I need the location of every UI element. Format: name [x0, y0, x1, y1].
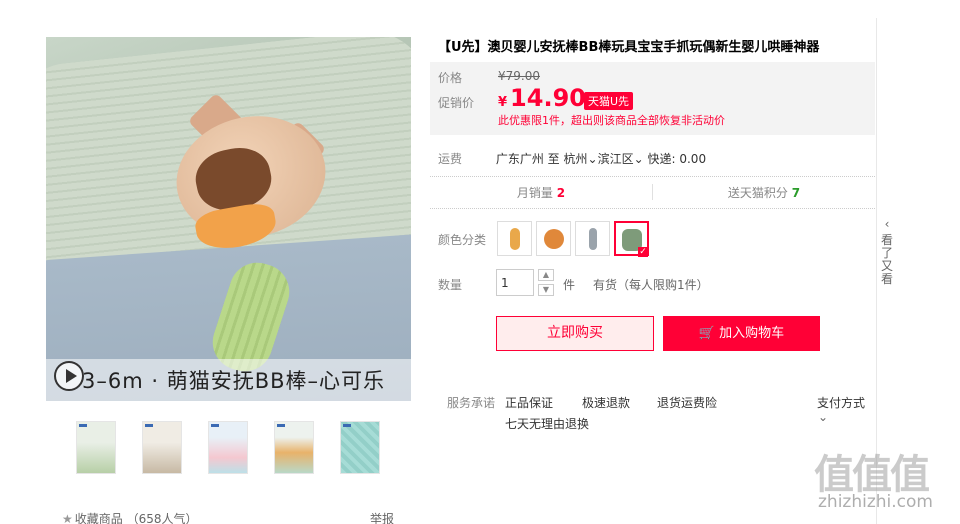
chevron-down-icon: ⌄ — [587, 152, 598, 166]
sales-stats: 月销量 2 送天猫积分 7 — [430, 184, 875, 204]
tmall-points: 送天猫积分 7 — [653, 184, 875, 201]
city-select[interactable]: 杭州⌄ — [564, 152, 598, 166]
stock-status: 有货（每人限购1件） — [593, 278, 709, 292]
currency-symbol: ¥ — [498, 95, 508, 110]
price-box: 价格 ¥79.00 促销价 ¥14.90 天猫U先 此优惠限1件，超出则该商品全… — [430, 62, 875, 135]
chevron-left-icon: ‹ — [884, 217, 890, 231]
main-product-image[interactable]: 3–6m · 萌猫安抚BB棒–心可乐 — [46, 37, 411, 401]
district-label: 滨江区 — [597, 152, 634, 166]
thumbnail[interactable] — [340, 421, 380, 474]
divider — [430, 176, 875, 177]
see-also-rail[interactable]: ‹ 看了又看 — [880, 218, 894, 286]
express-fee: 快递: 0.00 — [647, 152, 707, 166]
monthly-sales-label: 月销量 — [516, 186, 553, 200]
report-link[interactable]: 举报 — [370, 510, 394, 524]
promo-label: 促销价 — [438, 96, 475, 110]
buy-now-button[interactable]: 立即购买 — [496, 316, 654, 351]
watermark-text: zhizhizhi.com — [818, 492, 933, 512]
shipping-row: 运费 广东广州 至 杭州⌄滨江区⌄ 快递: 0.00 — [438, 150, 706, 167]
shipping-label: 运费 — [438, 152, 463, 166]
chevron-down-icon: ⌄ — [633, 152, 644, 166]
monthly-sales: 月销量 2 — [430, 184, 652, 201]
tmall-u-tag: 天猫U先 — [584, 92, 634, 110]
quantity-increase-button[interactable]: ▲ — [538, 269, 554, 281]
add-to-cart-button[interactable]: 🛒 加入购物车 — [663, 316, 820, 351]
quantity-label: 数量 — [438, 278, 463, 292]
quantity-input[interactable] — [496, 269, 534, 296]
thumbnail[interactable] — [208, 421, 248, 474]
rail-label: 看了又看 — [880, 233, 893, 286]
district-select[interactable]: 滨江区⌄ — [598, 152, 644, 166]
payment-methods[interactable]: 支付方式 — [817, 394, 865, 411]
ship-to-word: 至 — [547, 152, 560, 166]
color-swatch[interactable] — [536, 221, 571, 256]
promo-price: ¥14.90 — [498, 84, 586, 112]
service-item[interactable]: 正品保证 — [505, 394, 553, 411]
product-title: 【U先】澳贝婴儿安抚棒BB棒玩具宝宝手抓玩偶新生婴儿哄睡神器 — [438, 40, 820, 55]
color-swatch[interactable] — [575, 221, 610, 256]
points-label: 送天猫积分 — [727, 186, 788, 200]
quantity-unit: 件 — [563, 278, 576, 292]
favorite-link[interactable]: ★ 收藏商品 （658人气） — [62, 510, 198, 524]
color-option-label: 颜色分类 — [438, 233, 487, 247]
popularity-count: （658人气） — [126, 512, 198, 524]
color-swatch[interactable] — [497, 221, 532, 256]
thumbnail-strip — [76, 421, 380, 474]
divider — [430, 208, 875, 209]
chevron-down-icon[interactable]: ⌄ — [818, 410, 828, 424]
product-page: 3–6m · 萌猫安抚BB棒–心可乐 ★ 收藏商品 （658人气） 举报 【U先】… — [0, 0, 960, 524]
thumbnail[interactable] — [274, 421, 314, 474]
points-value: 7 — [791, 186, 801, 200]
service-item[interactable]: 极速退款 — [582, 394, 630, 411]
monthly-sales-value: 2 — [556, 186, 566, 200]
promo-note: 此优惠限1件，超出则该商品全部恢复非活动价 — [498, 114, 725, 127]
color-swatch-selected[interactable] — [614, 221, 649, 257]
service-item[interactable]: 七天无理由退换 — [505, 415, 589, 432]
promo-price-value: 14.90 — [510, 84, 586, 112]
quantity-decrease-button[interactable]: ▼ — [538, 284, 554, 296]
play-video-icon[interactable] — [54, 361, 84, 391]
price-label: 价格 — [438, 71, 463, 85]
service-item[interactable]: 退货运费险 — [657, 394, 717, 411]
thumbnail[interactable] — [142, 421, 182, 474]
city-label: 杭州 — [563, 152, 588, 166]
original-price: ¥79.00 — [498, 69, 540, 83]
favorite-label: 收藏商品 — [74, 512, 123, 524]
image-caption: 3–6m · 萌猫安抚BB棒–心可乐 — [82, 369, 386, 393]
ship-from: 广东广州 — [495, 152, 544, 166]
thumbnail[interactable] — [76, 421, 116, 474]
color-swatches — [497, 221, 649, 257]
service-label: 服务承诺 — [447, 396, 496, 410]
star-icon: ★ — [62, 512, 73, 524]
cart-icon: 🛒 — [698, 326, 716, 341]
add-to-cart-label: 加入购物车 — [719, 326, 785, 341]
